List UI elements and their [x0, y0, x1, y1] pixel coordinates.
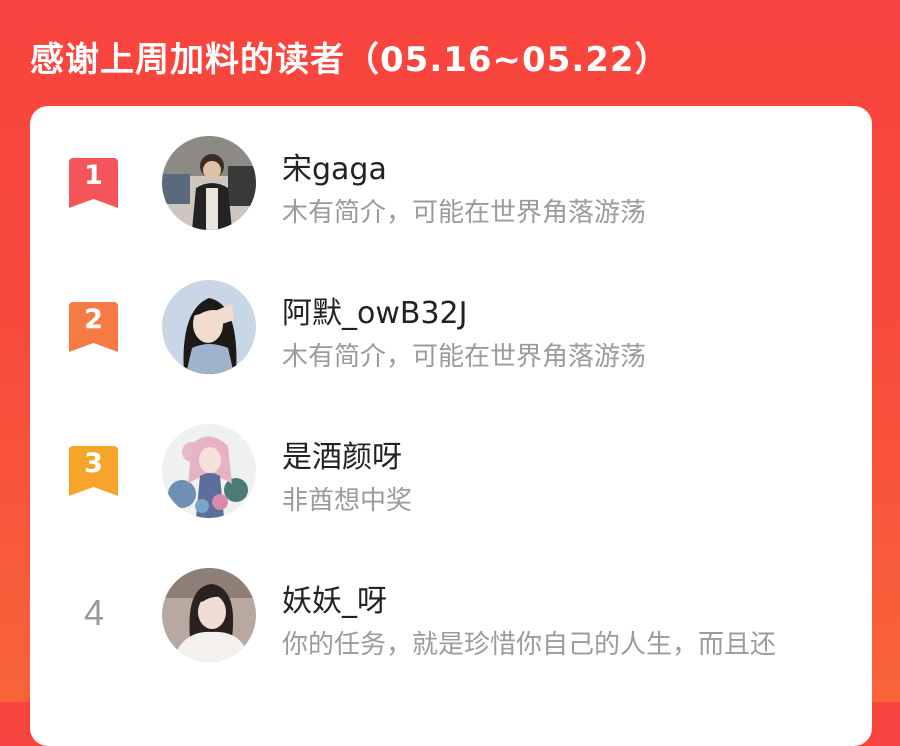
avatar[interactable]: [162, 568, 256, 662]
rank-number: 2: [84, 304, 103, 335]
list-item[interactable]: 2 阿默_owB32J 木有简介，可能在世界角落游荡: [30, 278, 872, 398]
rank-number: 1: [84, 160, 103, 191]
rank-badge-icon: 3: [69, 446, 118, 496]
reader-name[interactable]: 是酒颜呀: [282, 432, 402, 476]
rank-number: 3: [84, 448, 103, 479]
rank-badge-icon: 2: [69, 302, 118, 352]
rank-badge-icon: 1: [69, 158, 118, 208]
rank-number: 4: [83, 592, 105, 633]
reader-description: 你的任务，就是珍惜你自己的人生，而且还: [282, 630, 777, 660]
list-item[interactable]: 4 妖妖_呀 你的任务，就是珍惜你自己的人生，而且还: [30, 566, 872, 686]
reader-list-card: 1 宋gaga 木有简介，可能在世界角落游荡 2 阿默_owB32J 木有简介，…: [30, 106, 872, 746]
reader-description: 木有简介，可能在世界角落游荡: [282, 342, 647, 372]
avatar[interactable]: [162, 424, 256, 518]
avatar[interactable]: [162, 280, 256, 374]
reader-description: 木有简介，可能在世界角落游荡: [282, 198, 647, 228]
reader-description: 非酋想中奖: [282, 486, 413, 516]
reader-name[interactable]: 妖妖_呀: [282, 576, 387, 620]
reader-name[interactable]: 阿默_owB32J: [282, 288, 468, 332]
reader-name[interactable]: 宋gaga: [282, 144, 387, 188]
avatar[interactable]: [162, 136, 256, 230]
page-title: 感谢上周加料的读者（05.16~05.22）: [30, 40, 670, 80]
list-item[interactable]: 3 是酒颜呀 非酋想中奖: [30, 422, 872, 542]
list-item[interactable]: 1 宋gaga 木有简介，可能在世界角落游荡: [30, 134, 872, 254]
